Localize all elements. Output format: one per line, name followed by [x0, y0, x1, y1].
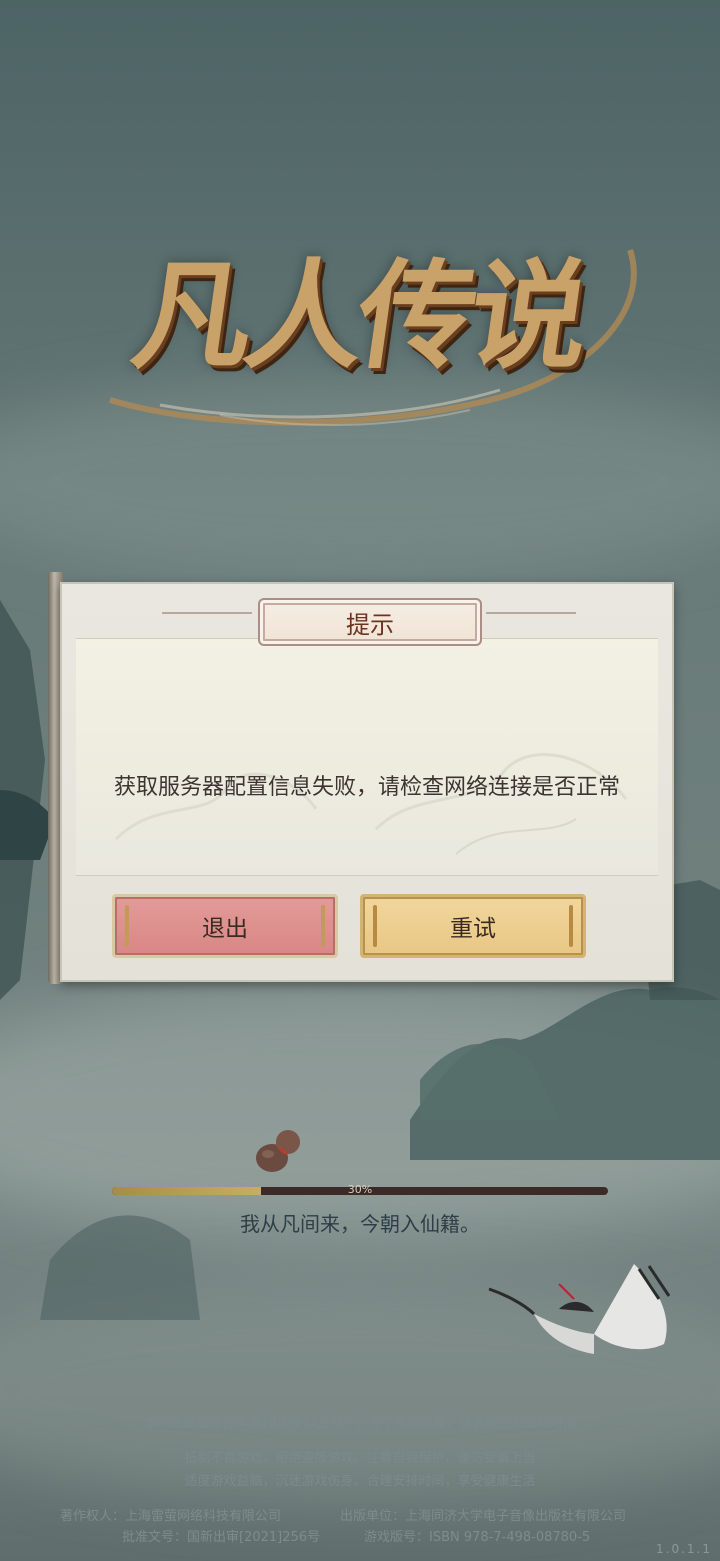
button-rail-left [125, 905, 129, 947]
version-label: 1.0.1.1 [656, 1542, 712, 1556]
button-rail-right [321, 905, 325, 947]
logo-title: 凡人传说 [124, 246, 593, 385]
loading-progress-fill [112, 1187, 261, 1195]
exit-button-label: 退出 [202, 916, 248, 942]
loading-progress-label: 30% [347, 1183, 373, 1196]
isbn-number: 游戏版号：ISBN 978-7-498-08780-5 [364, 1530, 591, 1545]
health-notice-line-1: 抵制不良游戏，拒绝盗版游戏。注意自我保护，谨防受骗上当 [184, 1451, 536, 1466]
health-notice-line-2: 适度游戏益脑，沉迷游戏伤身。合理安排时间，享受健康生活 [184, 1474, 536, 1489]
publisher: 出版单位：上海同济大学电子音像出版社有限公司 [340, 1509, 627, 1524]
copyright-holder: 著作权人：上海雷萤网络科技有限公司 [60, 1509, 282, 1524]
dialog-title-plate: 提示 [258, 598, 482, 646]
button-rail-right [569, 905, 573, 947]
retry-button[interactable]: 重试 [360, 894, 586, 958]
retry-button-label: 重试 [450, 916, 496, 942]
dialog-title: 提示 [346, 610, 394, 639]
title-divider-right [486, 612, 576, 614]
gourd-icon [256, 1130, 300, 1172]
cloud-pattern [114, 753, 628, 855]
dialog-message: 获取服务器配置信息失败，请检查网络连接是否正常 [113, 775, 620, 800]
exit-button[interactable]: 退出 [112, 894, 338, 958]
dialog-body: 获取服务器配置信息失败，请检查网络连接是否正常 [76, 638, 658, 876]
title-divider-left [162, 612, 252, 614]
button-rail-left [373, 905, 377, 947]
error-dialog: 获取服务器配置信息失败，请检查网络连接是否正常 提示 退出 重试 [48, 572, 674, 984]
approval-number: 批准文号：国新出审[2021]256号 [122, 1530, 321, 1545]
game-logo: 凡人传说 [70, 180, 650, 440]
age-notice: 本网络游戏适合年满18周岁以上用户，为了您的健康，请合理控制游戏时间 [143, 1416, 577, 1431]
crane-illustration [488, 1264, 671, 1354]
loading-tip: 我从凡间来，今朝入仙籍。 [240, 1212, 480, 1236]
